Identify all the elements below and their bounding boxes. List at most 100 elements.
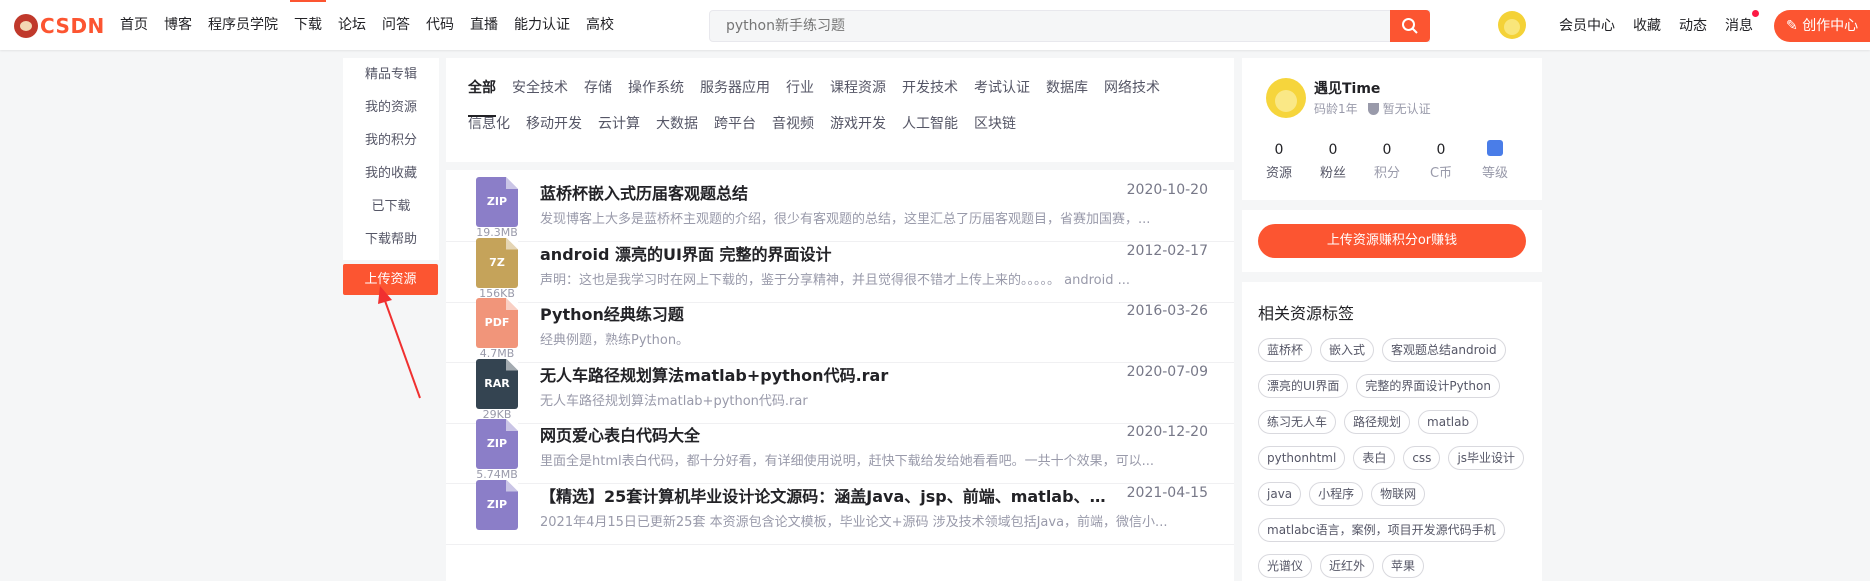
profile-meta: 码龄1年 暂无认证 bbox=[1314, 100, 1431, 117]
category-tab[interactable]: 开发技术 bbox=[902, 78, 958, 114]
side-menu-item[interactable]: 下载帮助 bbox=[343, 223, 439, 256]
stat-label: 等级 bbox=[1481, 166, 1508, 181]
resource-tag[interactable]: 嵌入式 bbox=[1320, 338, 1375, 362]
nav-item[interactable]: 能力认证 bbox=[506, 0, 578, 50]
category-tab[interactable]: 跨平台 bbox=[714, 114, 756, 150]
resource-title[interactable]: 【精选】25套计算机毕业设计论文源码：涵盖Java、jsp、前端、matlab、… bbox=[540, 483, 1110, 507]
resource-description: 无人车路径规划算法matlab+python代码.rar bbox=[540, 393, 808, 409]
resource-tag[interactable]: matlab bbox=[1418, 410, 1479, 434]
profile-stat[interactable]: 0 粉丝 bbox=[1306, 140, 1360, 181]
profile-stat[interactable]: 0 资源 bbox=[1252, 140, 1306, 181]
side-menu-item[interactable]: 我的收藏 bbox=[343, 157, 439, 190]
category-tab[interactable]: 数据库 bbox=[1046, 78, 1088, 114]
upload-earn-button[interactable]: 上传资源赚积分or赚钱 bbox=[1258, 224, 1526, 258]
user-nav-item[interactable]: 会员中心 bbox=[1550, 15, 1624, 35]
resource-tag[interactable]: 物联网 bbox=[1371, 482, 1426, 506]
category-tab[interactable]: 大数据 bbox=[656, 114, 698, 150]
category-tab[interactable]: 移动开发 bbox=[526, 114, 582, 150]
search-input[interactable] bbox=[710, 11, 1429, 41]
nav-item[interactable]: 下载 bbox=[286, 0, 330, 50]
user-nav-item[interactable]: 动态 bbox=[1670, 15, 1716, 35]
side-menu-item[interactable]: 我的积分 bbox=[343, 124, 439, 157]
resource-tag[interactable]: java bbox=[1258, 482, 1302, 506]
category-tab[interactable]: 人工智能 bbox=[902, 114, 958, 150]
resource-tag[interactable]: 完整的界面设计Python bbox=[1356, 374, 1500, 398]
annotation-arrow-icon bbox=[378, 286, 421, 399]
side-menu-item[interactable]: 已下载 bbox=[343, 190, 439, 223]
resource-list: ZIP 19.3MB 蓝桥杯嵌入式历届客观题总结 发现博客上大多是蓝桥杯主观题的介绍，… bbox=[446, 170, 1234, 581]
category-tab[interactable]: 课程资源 bbox=[830, 78, 886, 114]
category-tab[interactable]: 云计算 bbox=[598, 114, 640, 150]
stat-value: 0 bbox=[1274, 142, 1284, 158]
resource-tag[interactable]: 蓝桥杯 bbox=[1258, 338, 1313, 362]
user-avatar[interactable] bbox=[1498, 11, 1526, 39]
stat-label: 积分 bbox=[1373, 166, 1400, 181]
resource-tag[interactable]: pythonhtml bbox=[1258, 446, 1346, 470]
resource-title[interactable]: 无人车路径规划算法matlab+python代码.rar bbox=[540, 362, 1110, 386]
profile-stat[interactable]: 0 积分 bbox=[1360, 140, 1414, 181]
nav-item[interactable]: 问答 bbox=[374, 0, 418, 50]
category-tab[interactable]: 全部 bbox=[468, 78, 496, 117]
resource-date: 2016-03-26 bbox=[1126, 303, 1208, 319]
resource-tag[interactable]: 路径规划 bbox=[1344, 410, 1411, 434]
resource-tag[interactable]: 练习无人车 bbox=[1258, 410, 1337, 434]
category-row: 信息化 移动开发 云计算 大数据 跨平台 音视频 游戏开发 人工智能 区块链 bbox=[468, 114, 1234, 150]
code-age: 码龄1年 bbox=[1314, 102, 1358, 116]
category-tab[interactable]: 游戏开发 bbox=[830, 114, 886, 150]
profile-stat[interactable]: 等级 bbox=[1468, 140, 1522, 181]
profile-avatar[interactable] bbox=[1266, 78, 1306, 118]
resource-title[interactable]: 网页爱心表白代码大全 bbox=[540, 422, 1110, 446]
create-center-button[interactable]: ✎ 创作中心 bbox=[1774, 10, 1870, 42]
category-tab[interactable]: 信息化 bbox=[468, 114, 510, 150]
resource-item[interactable]: ZIP 【精选】25套计算机毕业设计论文源码：涵盖Java、jsp、前端、matl… bbox=[446, 473, 1234, 545]
category-tab[interactable]: 行业 bbox=[786, 78, 814, 114]
resource-tag[interactable]: 客观题总结android bbox=[1382, 338, 1506, 362]
category-tab[interactable]: 安全技术 bbox=[512, 78, 568, 114]
profile-name[interactable]: 遇见Time bbox=[1314, 78, 1380, 98]
upload-earn-card: 上传资源赚积分or赚钱 bbox=[1242, 210, 1542, 272]
logo-text: CSDN bbox=[40, 14, 105, 38]
resource-tag[interactable]: 光谱仪 bbox=[1258, 554, 1313, 578]
user-nav-label: 动态 bbox=[1679, 18, 1707, 34]
category-tab[interactable]: 考试认证 bbox=[974, 78, 1030, 114]
resource-tag[interactable]: 漂亮的UI界面 bbox=[1258, 374, 1349, 398]
side-menu-item[interactable]: 精品专辑 bbox=[343, 58, 439, 91]
resource-title[interactable]: Python经典练习题 bbox=[540, 301, 1110, 325]
side-menu-item[interactable]: 我的资源 bbox=[343, 91, 439, 124]
category-tab[interactable]: 存储 bbox=[584, 78, 612, 114]
user-nav: 会员中心 收藏 动态 消息 bbox=[1550, 0, 1762, 50]
category-tab[interactable]: 网络技术 bbox=[1104, 78, 1160, 114]
category-tab[interactable]: 区块链 bbox=[974, 114, 1016, 150]
main-nav: 首页 博客 程序员学院 下载 论坛 问答 代码 直播 能力认证 高校 bbox=[112, 0, 622, 50]
nav-item[interactable]: 首页 bbox=[112, 0, 156, 50]
csdn-logo[interactable]: CSDN bbox=[14, 13, 105, 39]
user-nav-item[interactable]: 消息 bbox=[1716, 10, 1762, 35]
shield-icon bbox=[1367, 102, 1379, 115]
category-tab[interactable]: 音视频 bbox=[772, 114, 814, 150]
resource-tag[interactable]: 苹果 bbox=[1382, 554, 1425, 578]
resource-title[interactable]: android 漂亮的UI界面 完整的界面设计 bbox=[540, 241, 1110, 265]
stat-label: 资源 bbox=[1265, 166, 1292, 181]
nav-item[interactable]: 直播 bbox=[462, 0, 506, 50]
nav-item[interactable]: 博客 bbox=[156, 0, 200, 50]
nav-item[interactable]: 高校 bbox=[578, 0, 622, 50]
category-tab[interactable]: 操作系统 bbox=[628, 78, 684, 114]
category-tab[interactable]: 服务器应用 bbox=[700, 78, 770, 114]
nav-item[interactable]: 程序员学院 bbox=[200, 0, 286, 50]
resource-title[interactable]: 蓝桥杯嵌入式历届客观题总结 bbox=[540, 180, 1110, 204]
resource-tag[interactable]: 近红外 bbox=[1320, 554, 1375, 578]
resource-tag[interactable]: matlabc语言，案例，项目开发源代码手机 bbox=[1258, 518, 1505, 542]
resource-tag[interactable]: 小程序 bbox=[1309, 482, 1364, 506]
tags-title: 相关资源标签 bbox=[1258, 304, 1355, 323]
resource-tag[interactable]: js毕业设计 bbox=[1448, 446, 1525, 470]
resource-tag[interactable]: css bbox=[1403, 446, 1441, 470]
user-nav-item[interactable]: 收藏 bbox=[1624, 15, 1670, 35]
nav-item[interactable]: 代码 bbox=[418, 0, 462, 50]
profile-stat[interactable]: 0 C币 bbox=[1414, 140, 1468, 181]
resource-tag[interactable]: 表白 bbox=[1353, 446, 1396, 470]
download-side-menu: 精品专辑 我的资源 我的积分 我的收藏 已下载 下载帮助 bbox=[343, 58, 439, 260]
resource-date: 2020-07-09 bbox=[1126, 363, 1208, 380]
nav-item[interactable]: 论坛 bbox=[330, 0, 374, 50]
search-button[interactable] bbox=[1390, 10, 1430, 42]
file-type-icon: 7Z bbox=[476, 237, 518, 288]
